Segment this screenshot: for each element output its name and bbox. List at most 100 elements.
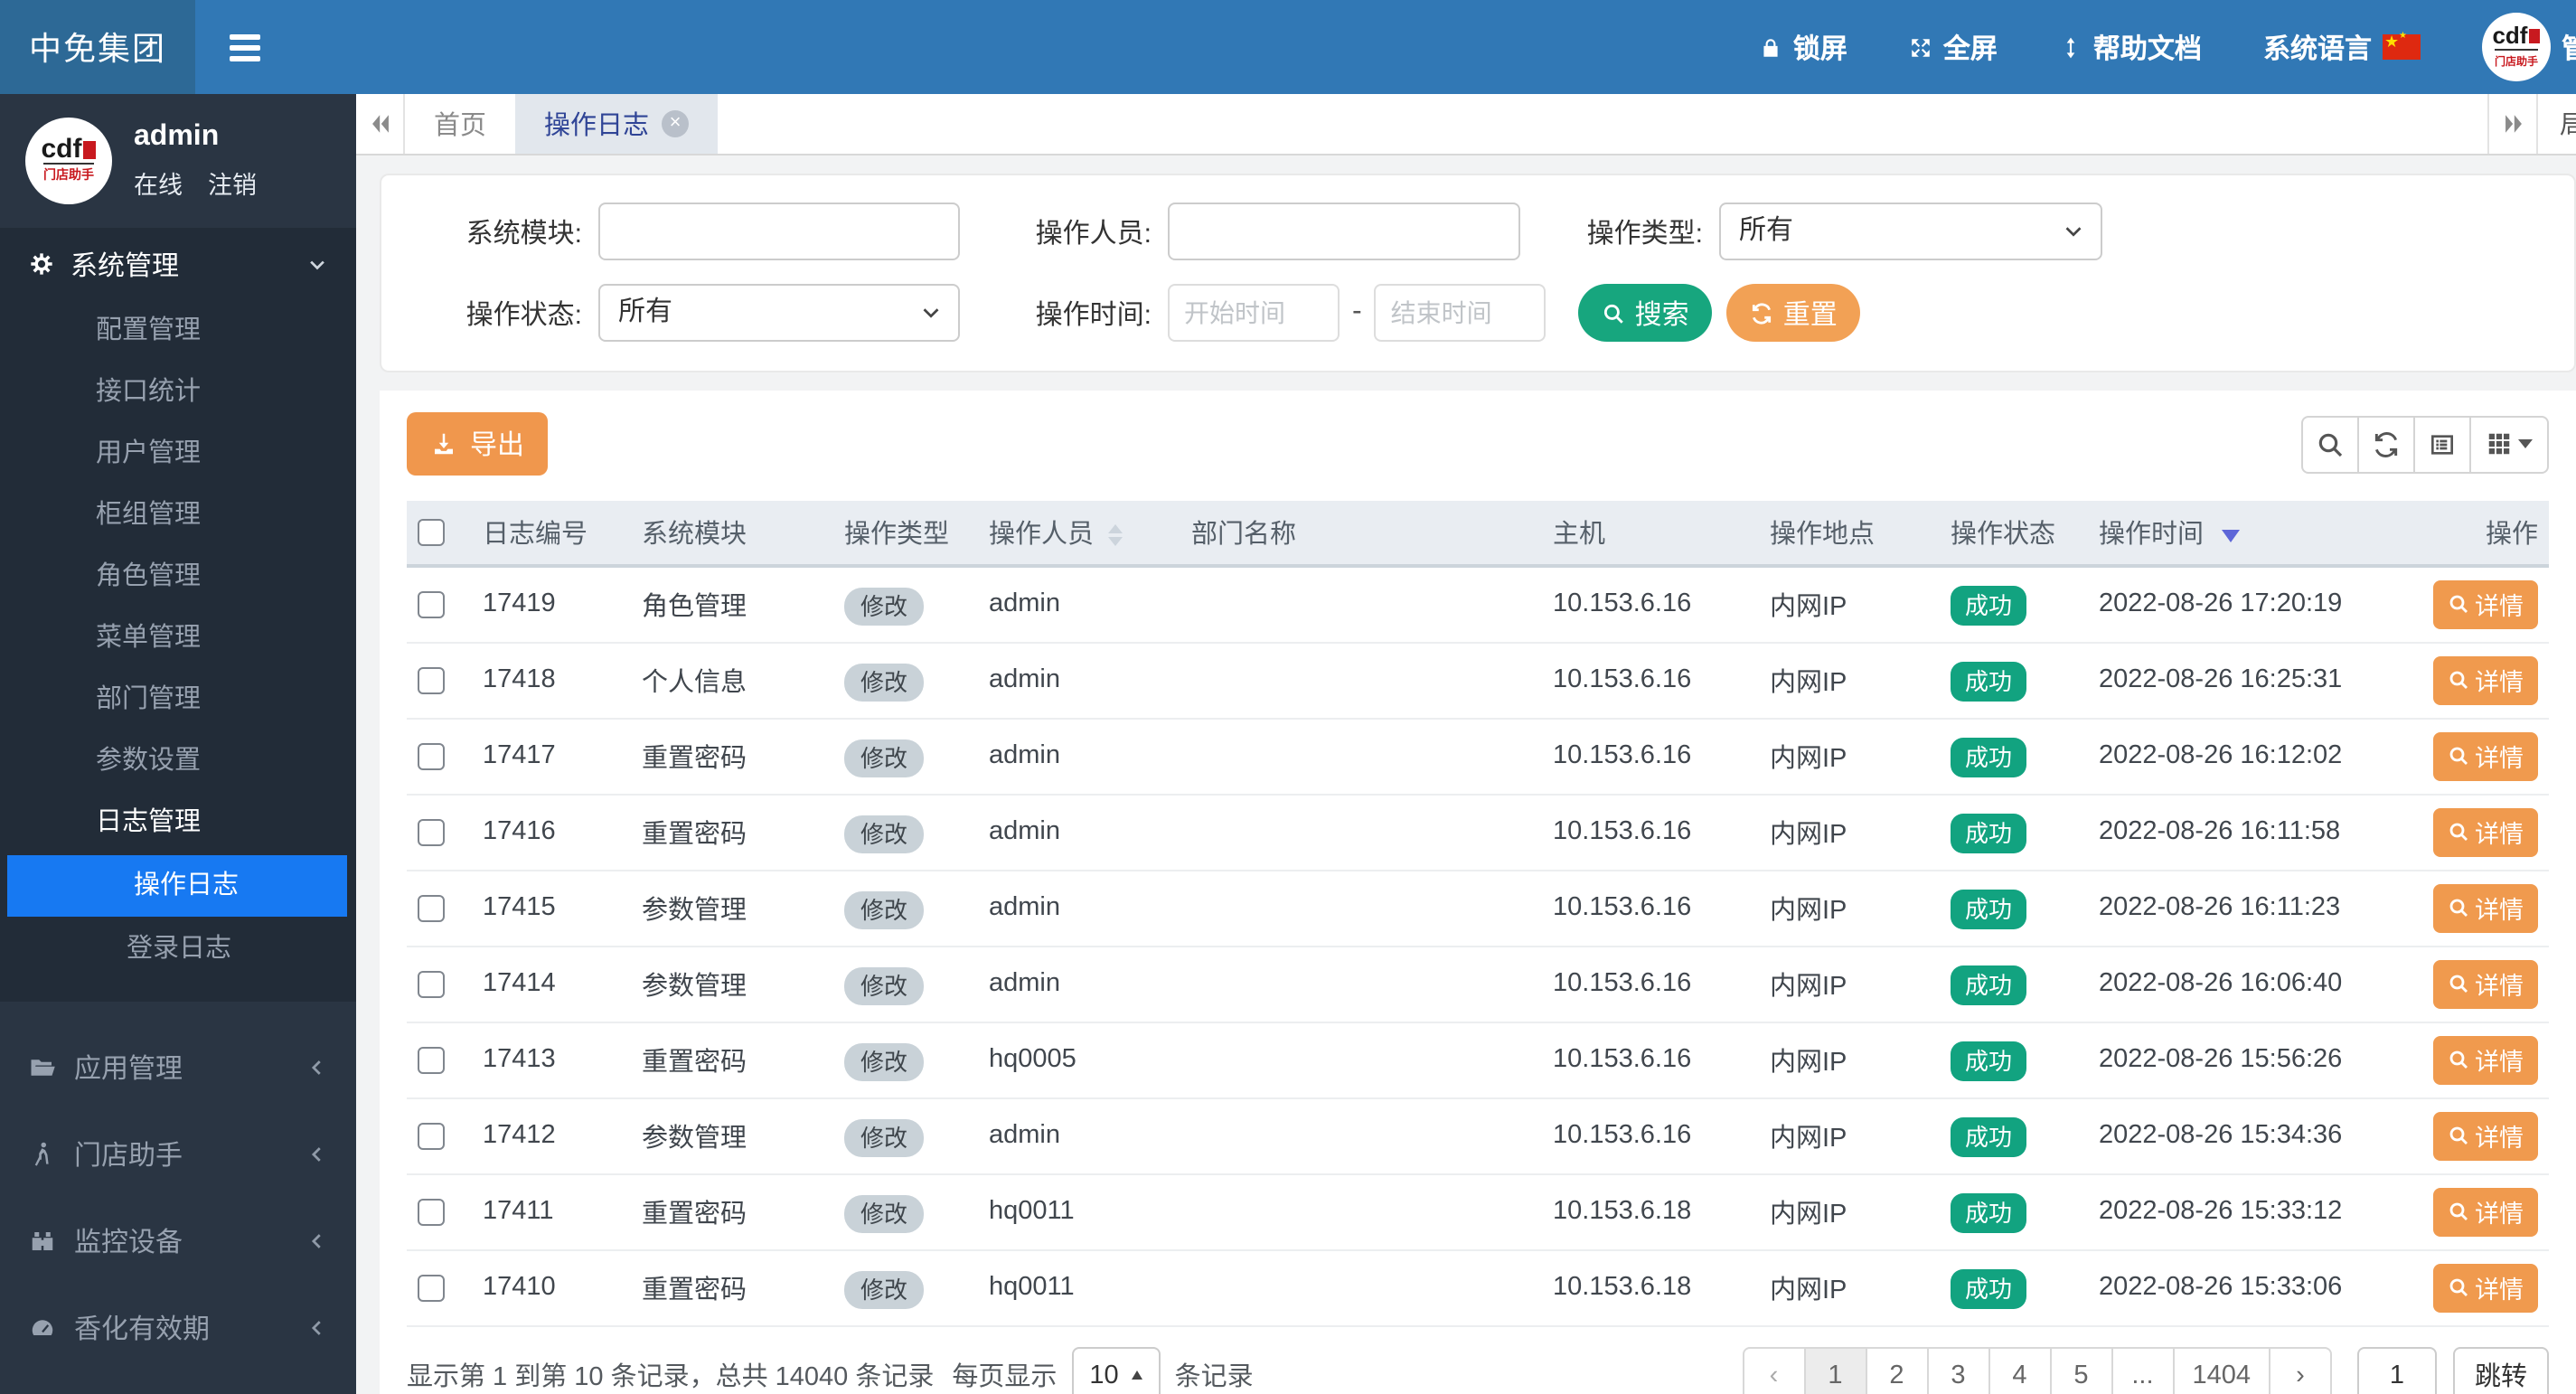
row-checkbox[interactable] [418, 1046, 445, 1074]
table-view-controls [2301, 415, 2549, 473]
sidebar-item[interactable]: 配置管理 [0, 300, 356, 362]
lock-screen-button[interactable]: 锁屏 [1759, 28, 1847, 66]
sidebar-item-log-management[interactable]: 日志管理 [0, 792, 356, 853]
table-columns-button[interactable] [2469, 415, 2549, 473]
row-checkbox[interactable] [418, 742, 445, 770]
detail-button[interactable]: 详情 [2433, 1263, 2538, 1312]
cell-time: 2022-08-26 15:56:26 [2092, 1022, 2390, 1098]
col-time[interactable]: 操作时间 [2092, 501, 2390, 568]
sidebar-item-store-assistant[interactable]: 门店助手 [0, 1110, 356, 1197]
detail-button[interactable]: 详情 [2433, 655, 2538, 704]
page-size-select[interactable]: 10 [1071, 1347, 1161, 1394]
cell-operator: admin [982, 794, 1184, 871]
cell-host: 10.153.6.16 [1546, 1022, 1763, 1098]
table-refresh-button[interactable] [2357, 415, 2415, 473]
page-button[interactable]: 5 [2049, 1346, 2113, 1394]
download-icon [435, 433, 453, 455]
cell-module: 重置密码 [635, 718, 837, 795]
detail-button[interactable]: 详情 [2433, 807, 2538, 856]
table-search-button[interactable] [2301, 415, 2359, 473]
page-button[interactable]: 4 [1988, 1346, 2052, 1394]
select-all-checkbox[interactable] [418, 519, 445, 547]
page-button[interactable]: 3 [1926, 1346, 1990, 1394]
page-button[interactable]: 1404 [2172, 1346, 2270, 1394]
sidebar: cdf 门店助手 admin 在线 注销 系统管理 配置管理 接口统计 用户管理 柜组… [0, 94, 356, 1394]
detail-button[interactable]: 详情 [2433, 579, 2538, 629]
col-department: 部门名称 [1184, 501, 1546, 568]
time-separator: - [1352, 297, 1362, 327]
sidebar-item[interactable]: 柜组管理 [0, 485, 356, 546]
row-checkbox[interactable] [418, 970, 445, 998]
user-menu[interactable]: cdf 门店助手 管理 [2481, 13, 2576, 81]
status-badge: 成功 [1951, 738, 2027, 777]
jump-page-input[interactable] [2357, 1346, 2437, 1394]
per-page-suffix: 条记录 [1174, 1363, 1254, 1392]
row-checkbox[interactable] [418, 666, 445, 694]
export-button[interactable]: 导出 [407, 412, 549, 476]
sidebar-item[interactable]: 用户管理 [0, 423, 356, 485]
page-button[interactable]: 1 [1803, 1346, 1867, 1394]
search-icon [2318, 432, 2343, 457]
table-detail-view-button[interactable] [2413, 415, 2471, 473]
sidebar-item[interactable]: 角色管理 [0, 546, 356, 608]
time-start-input[interactable] [1168, 284, 1340, 342]
language-switcher[interactable]: 系统语言 ★ ★ [2263, 28, 2421, 66]
sidebar-item[interactable]: 登录日志 [0, 918, 356, 980]
detail-button[interactable]: 详情 [2433, 959, 2538, 1008]
cell-time: 2022-08-26 17:20:19 [2092, 566, 2390, 643]
operator-input[interactable] [1168, 203, 1520, 260]
module-input[interactable] [598, 203, 960, 260]
cell-location: 内网IP [1763, 794, 1943, 871]
sidebar-item-monitor-devices[interactable]: 监控设备 [0, 1197, 356, 1284]
tab-menu-button[interactable]: 局 [2536, 94, 2576, 154]
cell-log-id: 17413 [475, 1022, 635, 1098]
sidebar-section-system[interactable]: 系统管理 [0, 228, 356, 300]
detail-button[interactable]: 详情 [2433, 1111, 2538, 1160]
page-button[interactable]: 2 [1865, 1346, 1929, 1394]
cell-host: 10.153.6.18 [1546, 1249, 1763, 1326]
tab-home[interactable]: 首页 [405, 94, 515, 154]
help-doc-button[interactable]: 帮助文档 [2059, 28, 2202, 66]
search-button[interactable]: 搜索 [1578, 284, 1713, 342]
row-checkbox[interactable] [418, 1122, 445, 1150]
row-checkbox[interactable] [418, 1198, 445, 1226]
close-tab-icon[interactable]: × [662, 110, 689, 137]
sidebar-item[interactable]: 接口统计 [0, 362, 356, 423]
row-checkbox[interactable] [418, 590, 445, 618]
prev-page-button[interactable]: ‹ [1742, 1346, 1806, 1394]
pagination: ‹ 1 2 3 4 5... 1404 › [1742, 1346, 2332, 1394]
sidebar-item-active[interactable]: 操作日志 [7, 855, 347, 917]
row-checkbox[interactable] [418, 1274, 445, 1302]
row-checkbox[interactable] [418, 894, 445, 922]
detail-button[interactable]: 详情 [2433, 731, 2538, 780]
sidebar-item[interactable]: 部门管理 [0, 669, 356, 730]
fullscreen-button[interactable]: 全屏 [1909, 28, 1998, 66]
reset-button[interactable]: 重置 [1726, 284, 1861, 342]
row-checkbox[interactable] [418, 818, 445, 846]
type-select[interactable]: 所有 [1719, 203, 2102, 260]
time-end-input[interactable] [1374, 284, 1547, 342]
flag-cn-icon: ★ ★ [2382, 31, 2421, 60]
detail-button[interactable]: 详情 [2433, 883, 2538, 932]
status-label: 操作状态: [465, 299, 582, 330]
sidebar-item-app-management[interactable]: 应用管理 [0, 1023, 356, 1110]
cell-module: 重置密码 [635, 794, 837, 871]
sidebar-item-validity-period[interactable]: 香化有效期 [0, 1284, 356, 1370]
tabs-scroll-left-button[interactable] [356, 94, 405, 154]
cell-operator: hq0011 [982, 1249, 1184, 1326]
sidebar-toggle-icon[interactable] [230, 33, 260, 61]
table-row: 17414 参数管理 修改 admin 10.153.6.16 内网IP 成功 … [407, 946, 2549, 1022]
detail-button[interactable]: 详情 [2433, 1187, 2538, 1236]
logout-link[interactable]: 注销 [208, 165, 257, 201]
status-select[interactable]: 所有 [598, 284, 960, 342]
status-badge: 成功 [1951, 890, 2027, 929]
tab-operation-log[interactable]: 操作日志 × [515, 94, 718, 154]
sidebar-item[interactable]: 菜单管理 [0, 608, 356, 669]
tabs-scroll-right-button[interactable] [2487, 94, 2536, 154]
next-page-button[interactable]: › [2269, 1346, 2332, 1394]
sidebar-item[interactable]: 参数设置 [0, 730, 356, 792]
table-row: 17418 个人信息 修改 admin 10.153.6.16 内网IP 成功 … [407, 642, 2549, 719]
jump-button[interactable]: 跳转 [2453, 1346, 2549, 1394]
col-operator[interactable]: 操作人员 [982, 501, 1184, 568]
detail-button[interactable]: 详情 [2433, 1035, 2538, 1084]
